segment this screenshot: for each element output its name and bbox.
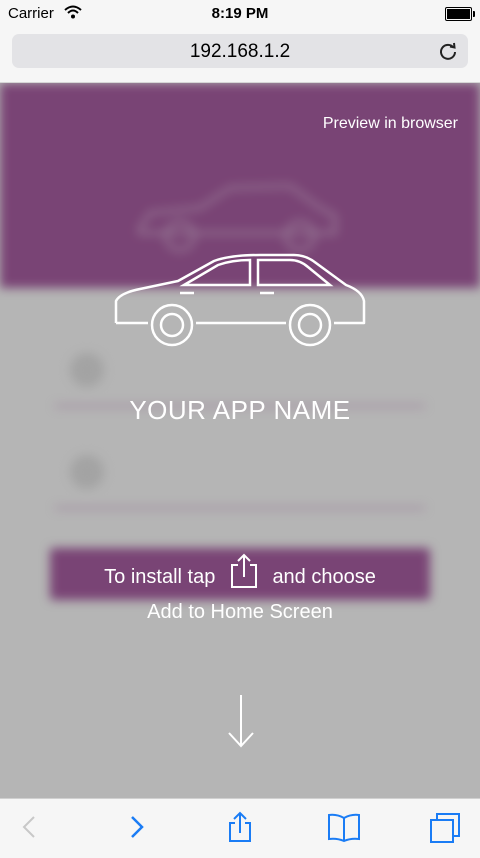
status-time: 8:19 PM (211, 5, 269, 22)
back-icon[interactable] (14, 811, 46, 843)
web-content: Preview in browser YOUR APP NAME To inst… (0, 83, 480, 798)
battery-icon (445, 7, 475, 21)
status-bar: Carrier 8:19 PM (0, 0, 480, 28)
share-toolbar-icon[interactable] (224, 811, 256, 843)
preview-in-browser-link[interactable]: Preview in browser (323, 115, 458, 133)
forward-icon[interactable] (120, 811, 152, 843)
address-bar[interactable]: 192.168.1.2 (12, 34, 468, 68)
install-prefix-text: To install tap (104, 566, 216, 588)
reload-icon[interactable] (438, 41, 458, 61)
address-bar-container: 192.168.1.2 (0, 28, 480, 83)
install-overlay: Preview in browser YOUR APP NAME To inst… (0, 83, 480, 798)
bookmarks-icon[interactable] (327, 811, 360, 843)
install-instruction: To install tap and choose (0, 553, 480, 589)
car-icon (114, 253, 366, 347)
url-text[interactable]: 192.168.1.2 (12, 41, 468, 63)
browser-toolbar (0, 798, 480, 858)
app-name-title: YOUR APP NAME (129, 395, 351, 425)
arrow-down-icon (228, 695, 254, 748)
tabs-icon[interactable] (428, 811, 460, 843)
share-icon (229, 553, 259, 589)
install-suffix-text: and choose (272, 566, 376, 588)
add-to-home-text: Add to Home Screen (147, 601, 333, 623)
